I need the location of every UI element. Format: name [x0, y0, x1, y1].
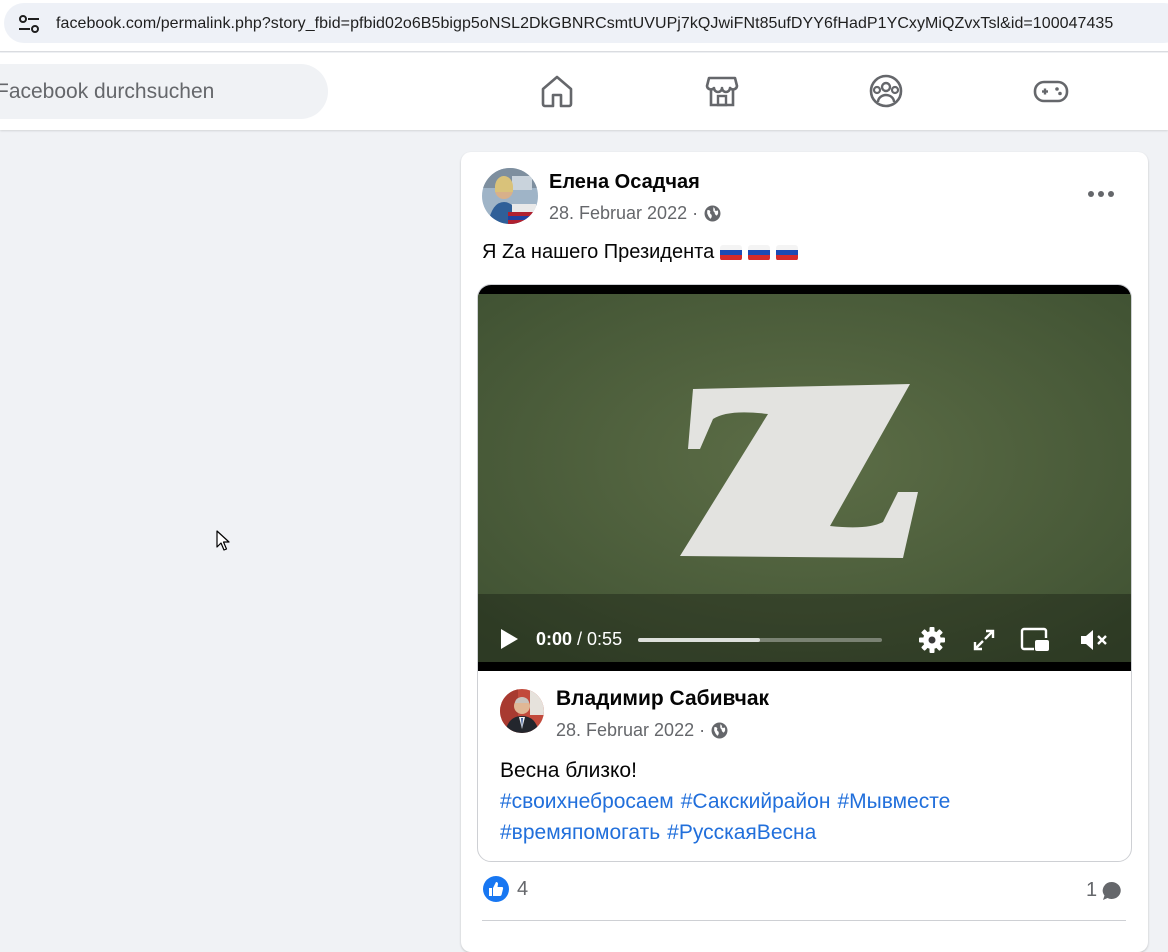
ru-flag-icon: [776, 244, 799, 261]
url-field[interactable]: facebook.com/permalink.php?story_fbid=pf…: [4, 3, 1168, 43]
post-author-name[interactable]: Елена Осадчая: [549, 171, 700, 194]
video-progress-bar[interactable]: [638, 638, 882, 642]
search-placeholder: Facebook durchsuchen: [0, 80, 215, 103]
post-date[interactable]: 28. Februar 2022 ·: [549, 203, 698, 224]
post-text-content: Я Zа нашего Президента: [482, 241, 715, 263]
shared-post-hashtags: #своихнебросаем #Сакскийрайон #Мывместе #вр…: [500, 786, 1120, 848]
shared-post[interactable]: 0:00 / 0:55 Владимир Сабивчак 28. Februa…: [477, 284, 1132, 862]
facebook-top-bar: Facebook durchsuchen: [0, 53, 1168, 130]
picture-in-picture-icon[interactable]: [1020, 627, 1050, 653]
search-input[interactable]: Facebook durchsuchen: [0, 64, 328, 119]
video-controls: 0:00 / 0:55: [478, 615, 1131, 663]
hashtag-link[interactable]: #времяпомогать: [500, 821, 660, 844]
post-meta: 28. Februar 2022 ·: [549, 203, 721, 224]
video-time-total: 0:55: [587, 629, 623, 649]
video-frame[interactable]: [478, 294, 1132, 662]
reactions-summary[interactable]: 4: [483, 876, 528, 902]
globe-icon: [711, 722, 728, 739]
ru-flag-icon: [748, 244, 771, 261]
browser-address-bar: facebook.com/permalink.php?story_fbid=pf…: [0, 0, 1168, 52]
reactions-count: 4: [517, 877, 529, 900]
play-icon[interactable]: [498, 627, 520, 651]
fullscreen-icon[interactable]: [972, 628, 996, 652]
settings-gear-icon[interactable]: [918, 626, 946, 654]
author-avatar-image: [482, 168, 538, 224]
home-icon[interactable]: [539, 73, 575, 109]
comments-count: 1: [1086, 879, 1098, 901]
like-reaction-icon: [483, 876, 509, 902]
site-info-icon[interactable]: [18, 15, 40, 33]
hashtag-link[interactable]: #Мывместе: [837, 790, 950, 813]
gaming-icon[interactable]: [1033, 73, 1069, 109]
more-options-icon[interactable]: [1083, 182, 1119, 206]
hashtag-link[interactable]: #Сакскийрайон: [681, 790, 831, 813]
marketplace-icon[interactable]: [704, 73, 740, 109]
shared-post-text: Весна близко! #своихнебросаем #Сакскийрай…: [500, 755, 1120, 848]
hashtag-link[interactable]: #своихнебросаем: [500, 790, 674, 813]
video-time-current: 0:00: [536, 629, 573, 649]
muted-volume-icon[interactable]: [1079, 627, 1109, 653]
shared-post-date[interactable]: 28. Februar 2022 ·: [556, 720, 705, 741]
comment-bubble-icon: [1102, 881, 1121, 900]
shared-author-avatar-image: [500, 689, 544, 733]
video-buffer-fill: [638, 638, 760, 642]
ru-flag-icon: [720, 244, 743, 261]
action-divider: [482, 920, 1126, 921]
video-time-separator: /: [572, 629, 588, 649]
shared-author-name[interactable]: Владимир Сабивчак: [556, 687, 769, 711]
hashtag-link[interactable]: #РусскаяВесна: [667, 821, 816, 844]
author-avatar[interactable]: [482, 168, 538, 224]
shared-post-meta: 28. Februar 2022 ·: [556, 720, 728, 741]
url-text[interactable]: facebook.com/permalink.php?story_fbid=pf…: [56, 15, 1113, 33]
globe-icon: [704, 205, 721, 222]
post-text: Я Zа нашего Президента: [482, 241, 799, 264]
video-player[interactable]: 0:00 / 0:55: [478, 285, 1132, 671]
mouse-cursor-icon: [216, 530, 230, 551]
post-card: Елена Осадчая 28. Februar 2022 · Я Zа на…: [461, 152, 1148, 952]
groups-icon[interactable]: [868, 73, 904, 109]
shared-post-message: Весна близко!: [500, 759, 637, 782]
shared-author-avatar[interactable]: [500, 689, 544, 733]
video-time: 0:00 / 0:55: [536, 629, 622, 650]
comments-summary[interactable]: 1: [1086, 879, 1123, 902]
